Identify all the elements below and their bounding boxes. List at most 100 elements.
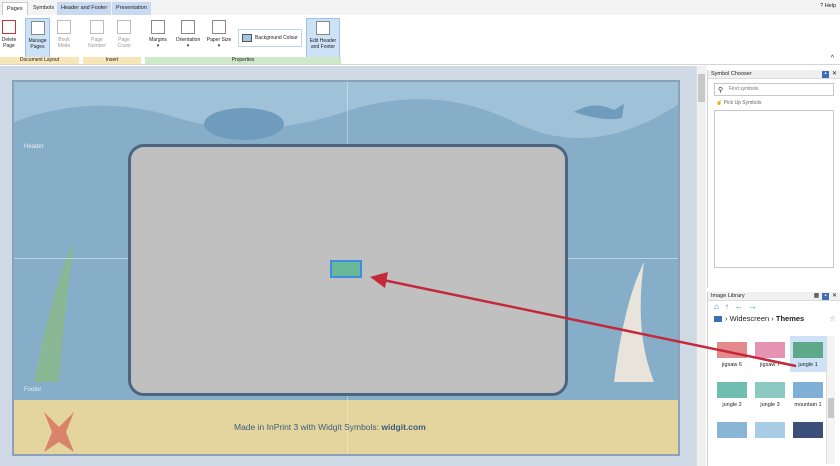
pin-icon[interactable]: ▪	[822, 71, 829, 78]
chevron-down-icon: ▾	[186, 43, 190, 49]
group-document-layout: Document Layout	[0, 57, 79, 64]
canvas-scroll-thumb[interactable]	[698, 74, 705, 102]
image-thumbnail	[717, 422, 747, 438]
forward-arrow-icon[interactable]: →	[749, 302, 757, 311]
tab-header-footer[interactable]: Header and Footer	[57, 2, 112, 15]
pin-icon[interactable]: ▪	[822, 293, 829, 300]
image-label: jigsaw 6	[722, 362, 742, 368]
collapse-ribbon-icon[interactable]: ^	[831, 55, 834, 62]
edit-header-footer-button[interactable]: Edit Header and Footer	[306, 18, 340, 60]
breadcrumb-parent[interactable]: Widescreen	[730, 314, 770, 323]
page-number-button[interactable]: Page Number	[86, 18, 108, 60]
image-library-item[interactable]	[752, 416, 788, 452]
margins-button[interactable]: Margins ▾	[146, 18, 170, 60]
folder-icon	[714, 316, 722, 323]
image-library-panel: Image Library ▦ ▪ ✕ ⌂ ↑ ← → › Widescreen › Th…	[707, 292, 840, 466]
image-thumbnail	[793, 422, 823, 438]
star-icon[interactable]: ☆	[829, 313, 836, 325]
image-library-item[interactable]	[714, 416, 750, 452]
header-footer-icon	[316, 21, 330, 35]
image-library-item[interactable]: jungle 3	[752, 376, 788, 412]
home-icon[interactable]: ⌂	[714, 302, 719, 311]
image-thumbnail	[793, 382, 823, 398]
image-library-grid: jigsaw 6 jigsaw 7 jungle 1 jungle 2 jungle 3…	[714, 336, 832, 464]
paper-size-button[interactable]: Paper Size ▾	[205, 18, 233, 60]
image-library-nav: ⌂ ↑ ← →	[708, 301, 840, 313]
page-canvas[interactable]: Header Footer Made in InPrint 3 with Wid…	[12, 80, 680, 456]
image-thumbnail	[717, 342, 747, 358]
page-count-label: Page Count	[117, 37, 131, 49]
image-library-titlebar: Image Library ▦ ▪ ✕	[708, 292, 840, 301]
image-library-item[interactable]: jigsaw 6	[714, 336, 750, 372]
breadcrumb-current: Themes	[775, 314, 805, 323]
book-mode-label: Book Mode	[57, 37, 71, 49]
image-label: jungle 1	[798, 362, 818, 368]
image-thumbnail	[755, 342, 785, 358]
close-icon[interactable]: ✕	[831, 71, 838, 78]
page-number-icon	[90, 20, 104, 34]
pick-up-symbols-label: Pick Up Symbols	[723, 100, 762, 106]
pickup-icon: ☝	[716, 100, 723, 106]
tab-symbols[interactable]: Symbols	[29, 2, 58, 15]
colour-swatch-icon	[242, 33, 252, 42]
image-thumbnail	[717, 382, 747, 398]
credit-text: Made in InPrint 3 with Widgit Symbols: w…	[234, 422, 426, 432]
group-insert: Insert	[83, 57, 141, 64]
pick-up-symbols-button[interactable]: ☝ Pick Up Symbols	[716, 100, 832, 106]
credit-site: widgit.com	[381, 422, 426, 432]
image-thumbnail	[755, 422, 785, 438]
page-count-button[interactable]: Page Count	[113, 18, 135, 60]
breadcrumb: › Widescreen › Themes ☆	[708, 313, 840, 325]
image-library-item[interactable]	[790, 416, 826, 452]
background-colour-button[interactable]: Background Colour	[238, 29, 302, 47]
image-label: mountain 1	[794, 402, 822, 408]
image-library-item[interactable]: jungle 2	[714, 376, 750, 412]
symbol-chooser-title: Symbol Chooser	[711, 71, 752, 77]
image-library-title: Image Library	[711, 293, 745, 299]
chevron-down-icon: ▾	[217, 43, 221, 49]
chevron-down-icon: ▾	[156, 43, 160, 49]
symbol-results-list[interactable]	[714, 110, 834, 268]
canvas-scrollbar[interactable]	[696, 66, 706, 466]
image-library-scroll-thumb[interactable]	[828, 398, 834, 418]
close-icon[interactable]: ✕	[831, 293, 838, 300]
manage-pages-label: Manage Pages	[28, 38, 47, 50]
back-arrow-icon[interactable]: ←	[735, 302, 743, 311]
delete-page-button[interactable]: Delete Page	[1, 18, 17, 60]
image-label: jungle 2	[722, 402, 742, 408]
image-library-item[interactable]: jigsaw 7	[752, 336, 788, 372]
search-icon: ⚲	[718, 87, 724, 94]
help-button[interactable]: ? Help	[820, 3, 836, 9]
up-arrow-icon[interactable]: ↑	[725, 302, 729, 311]
manage-pages-icon	[30, 21, 45, 35]
help-label: Help	[824, 3, 836, 9]
book-mode-button[interactable]: Book Mode	[54, 18, 74, 60]
tab-pages[interactable]: Pages	[2, 2, 28, 15]
manage-pages-button[interactable]: Manage Pages	[25, 18, 50, 60]
paper-size-icon	[212, 20, 226, 34]
ribbon-tabbar: Pages Symbols Header and Footer Presenta…	[0, 0, 840, 15]
image-thumbnail	[755, 382, 785, 398]
help-icon: ?	[820, 3, 824, 9]
inprint-window: Pages Symbols Header and Footer Presenta…	[0, 0, 840, 466]
canvas-area[interactable]: Header Footer Made in InPrint 3 with Wid…	[0, 66, 696, 466]
image-label: jigsaw 7	[760, 362, 780, 368]
symbol-search-placeholder: Find symbols	[729, 86, 759, 92]
group-properties: Properties	[145, 57, 341, 64]
jungle-image-thumbnail[interactable]	[330, 260, 362, 278]
tab-presentation[interactable]: Presentation	[112, 2, 151, 15]
image-library-item[interactable]: mountain 1	[790, 376, 826, 412]
symbol-search-input[interactable]: ⚲ Find symbols	[714, 83, 834, 96]
background-colour-label: Background Colour	[255, 35, 298, 41]
orientation-button[interactable]: Orientation ▾	[173, 18, 203, 60]
ribbon: Delete Page Manage Pages Book Mode Page …	[0, 15, 840, 65]
page-number-label: Page Number	[88, 37, 106, 49]
symbol-chooser-titlebar: Symbol Chooser ▪ ✕	[708, 70, 840, 79]
credit-prefix: Made in InPrint 3 with Widgit Symbols:	[234, 422, 382, 432]
image-library-item[interactable]: jungle 1	[790, 336, 826, 372]
image-library-scrollbar[interactable]	[826, 336, 835, 464]
grid-view-icon[interactable]: ▦	[813, 293, 820, 300]
edit-header-footer-label: Edit Header and Footer	[309, 38, 337, 50]
book-icon	[57, 20, 71, 34]
page-count-icon	[117, 20, 131, 34]
